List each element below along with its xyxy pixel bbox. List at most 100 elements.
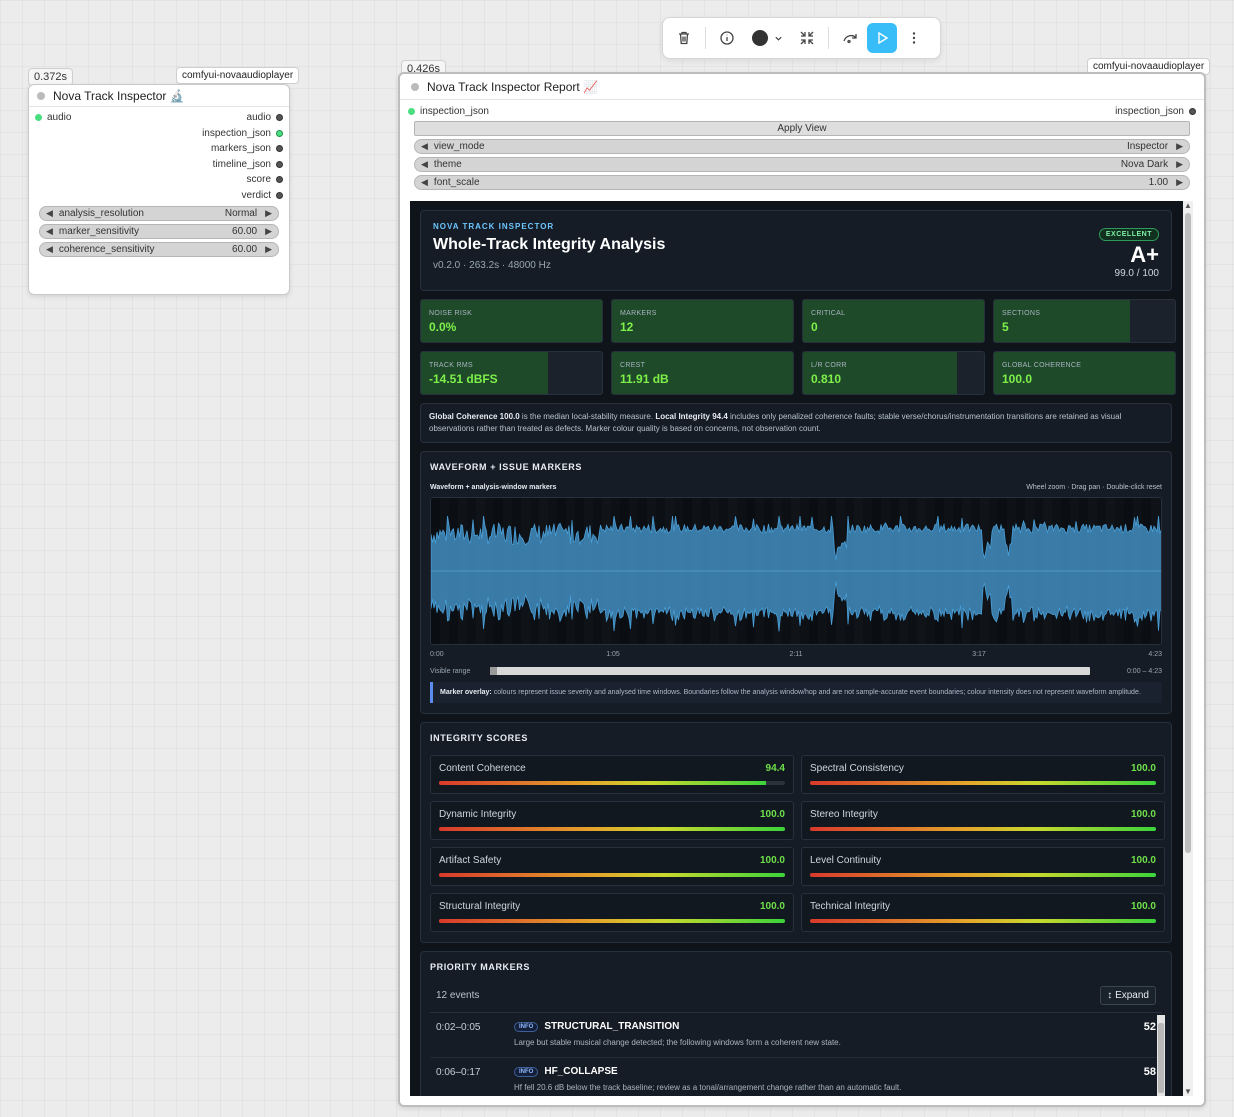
input-dot-icon[interactable] <box>408 108 415 116</box>
collapse-dot-icon[interactable] <box>37 91 45 100</box>
waveform-svg[interactable] <box>431 498 1162 644</box>
visible-range-slider[interactable] <box>490 667 1091 675</box>
selection-toolbar <box>662 17 941 59</box>
metric-value: -14.51 dBFS <box>429 372 498 386</box>
node-title-bar[interactable]: Nova Track Inspector 🔬 <box>29 85 289 107</box>
score-bar-fill <box>439 919 785 923</box>
bypass-icon[interactable] <box>835 23 865 53</box>
output-dot-icon[interactable] <box>276 114 283 122</box>
widget-theme[interactable]: ◀ theme Nova Dark ▶ <box>414 156 1190 172</box>
widget-analysis-resolution[interactable]: ◀ analysis_resolution Normal ▶ <box>39 206 279 221</box>
output-slot-markers-json[interactable]: markers_json <box>211 143 283 154</box>
metric-label: CREST <box>620 362 646 369</box>
output-slot-score[interactable]: score <box>247 174 283 185</box>
widget-view-mode[interactable]: ◀ view_mode Inspector ▶ <box>414 138 1190 154</box>
delete-icon[interactable] <box>669 23 699 53</box>
input-slot-inspection-json[interactable]: inspection_json <box>408 106 489 117</box>
waveform-canvas[interactable] <box>430 497 1162 645</box>
score-value: 100.0 <box>759 855 785 866</box>
arrow-right-icon[interactable]: ▶ <box>1176 177 1183 188</box>
metric-label: GLOBAL COHERENCE <box>1002 362 1082 369</box>
collapse-dot-icon[interactable] <box>411 82 419 91</box>
widget-font-scale[interactable]: ◀ font_scale 1.00 ▶ <box>414 174 1190 190</box>
grade-badge: EXCELLENT <box>1098 228 1159 241</box>
score-card: Level Continuity 100.0 <box>801 847 1165 886</box>
scroll-down-icon[interactable]: ▼ <box>1184 1087 1192 1096</box>
waveform-tick-label: 3:17 <box>972 651 986 658</box>
score-bar-fill <box>439 827 785 831</box>
arrow-right-icon[interactable]: ▶ <box>1176 159 1183 170</box>
widget-coherence-sensitivity[interactable]: ◀ coherence_sensitivity 60.00 ▶ <box>39 242 279 257</box>
marker-type: STRUCTURAL_TRANSITION <box>544 1021 680 1032</box>
visible-range: Visible range 0:00 – 4:23 <box>430 667 1162 675</box>
arrow-right-icon[interactable]: ▶ <box>265 208 272 219</box>
score-name: Technical Integrity <box>810 901 891 912</box>
output-slot-inspection-json[interactable]: inspection_json <box>1115 106 1196 117</box>
grade-letter: A+ <box>1130 242 1159 267</box>
color-picker[interactable] <box>744 23 790 53</box>
output-dot-icon[interactable] <box>276 145 283 153</box>
nova-track-inspector-node[interactable]: Nova Track Inspector 🔬 audio audio inspe… <box>28 84 290 295</box>
metric-label: CRITICAL <box>811 310 846 317</box>
scroll-up-icon[interactable]: ▲ <box>1184 201 1192 210</box>
metric-label: NOISE RISK <box>429 310 473 317</box>
output-dot-icon[interactable] <box>276 129 283 137</box>
arrow-left-icon[interactable]: ◀ <box>421 159 428 170</box>
arrow-left-icon[interactable]: ◀ <box>421 177 428 188</box>
marker-item[interactable]: 0:02–0:05 INFO STRUCTURAL_TRANSITION Large … <box>430 1013 1162 1058</box>
output-dot-icon[interactable] <box>276 176 283 184</box>
arrow-left-icon[interactable]: ◀ <box>46 244 53 255</box>
output-dot-icon[interactable] <box>276 191 283 199</box>
arrow-right-icon[interactable]: ▶ <box>265 244 272 255</box>
marker-list[interactable]: 0:02–0:05 INFO STRUCTURAL_TRANSITION Large … <box>430 1012 1165 1096</box>
toolbar-divider <box>705 27 706 49</box>
more-icon[interactable] <box>899 23 929 53</box>
output-slot-verdict[interactable]: verdict <box>242 190 283 201</box>
metric-card: CREST 11.91 dB <box>611 351 794 395</box>
arrow-right-icon[interactable]: ▶ <box>1176 141 1183 152</box>
score-card: Structural Integrity 100.0 <box>430 893 794 932</box>
marker-list-scrollbar[interactable] <box>1157 1015 1165 1096</box>
marker-overlay-note: Marker overlay: colours represent issue … <box>430 682 1162 703</box>
score-name: Structural Integrity <box>439 901 521 912</box>
expand-button[interactable]: ↕ Expand <box>1100 986 1156 1005</box>
node-source-badge: comfyui-novaaudioplayer <box>176 67 300 84</box>
marker-description: Large but stable musical change detected… <box>514 1038 841 1047</box>
metric-value: 11.91 dB <box>620 372 669 386</box>
output-dot-icon[interactable] <box>1189 108 1196 116</box>
metric-value: 100.0 <box>1002 372 1033 386</box>
metric-card: TRACK RMS -14.51 dBFS <box>420 351 603 395</box>
apply-view-button[interactable]: Apply View <box>414 120 1190 136</box>
scrollbar-thumb[interactable] <box>1185 213 1191 853</box>
output-slot-inspection-json[interactable]: inspection_json <box>202 128 283 139</box>
arrow-left-icon[interactable]: ◀ <box>421 141 428 152</box>
report-scrollbar[interactable]: ▲ ▼ <box>1183 201 1193 1096</box>
input-slot-audio[interactable]: audio <box>35 112 71 123</box>
range-handle[interactable] <box>490 667 498 675</box>
score-card: Dynamic Integrity 100.0 <box>430 801 794 840</box>
collapse-icon[interactable] <box>792 23 822 53</box>
priority-markers-section: PRIORITY MARKERS 12 events ↕ Expand 0:02… <box>420 951 1172 1096</box>
node-title-bar[interactable]: Nova Track Inspector Report 📈 <box>400 74 1204 100</box>
arrow-left-icon[interactable]: ◀ <box>46 226 53 237</box>
output-dot-icon[interactable] <box>276 160 283 168</box>
grade-score: 99.0 / 100 <box>1114 268 1159 279</box>
arrow-left-icon[interactable]: ◀ <box>46 208 53 219</box>
waveform-hint: Wheel zoom · Drag pan · Double-click res… <box>1026 484 1162 491</box>
run-icon[interactable] <box>867 23 897 53</box>
metric-label: L/R CORR <box>811 362 847 369</box>
output-slot-timeline-json[interactable]: timeline_json <box>213 159 283 170</box>
waveform-label: Waveform + analysis-window markers <box>430 484 557 491</box>
widget-marker-sensitivity[interactable]: ◀ marker_sensitivity 60.00 ▶ <box>39 224 279 239</box>
waveform-tick-label: 4:23 <box>1148 651 1162 658</box>
score-bar-fill <box>810 873 1156 877</box>
input-dot-icon[interactable] <box>35 114 42 122</box>
info-icon[interactable] <box>712 23 742 53</box>
marker-score: 58 <box>1143 1066 1156 1078</box>
report-panel[interactable]: NOVA TRACK INSPECTOR Whole-Track Integri… <box>410 201 1193 1096</box>
marker-item[interactable]: 0:06–0:17 INFO HF_COLLAPSE Hf fell 20.6 dB … <box>430 1058 1162 1096</box>
score-name: Dynamic Integrity <box>439 809 517 820</box>
arrow-right-icon[interactable]: ▶ <box>265 226 272 237</box>
output-slot-audio[interactable]: audio <box>247 112 283 123</box>
score-bar <box>439 919 785 923</box>
